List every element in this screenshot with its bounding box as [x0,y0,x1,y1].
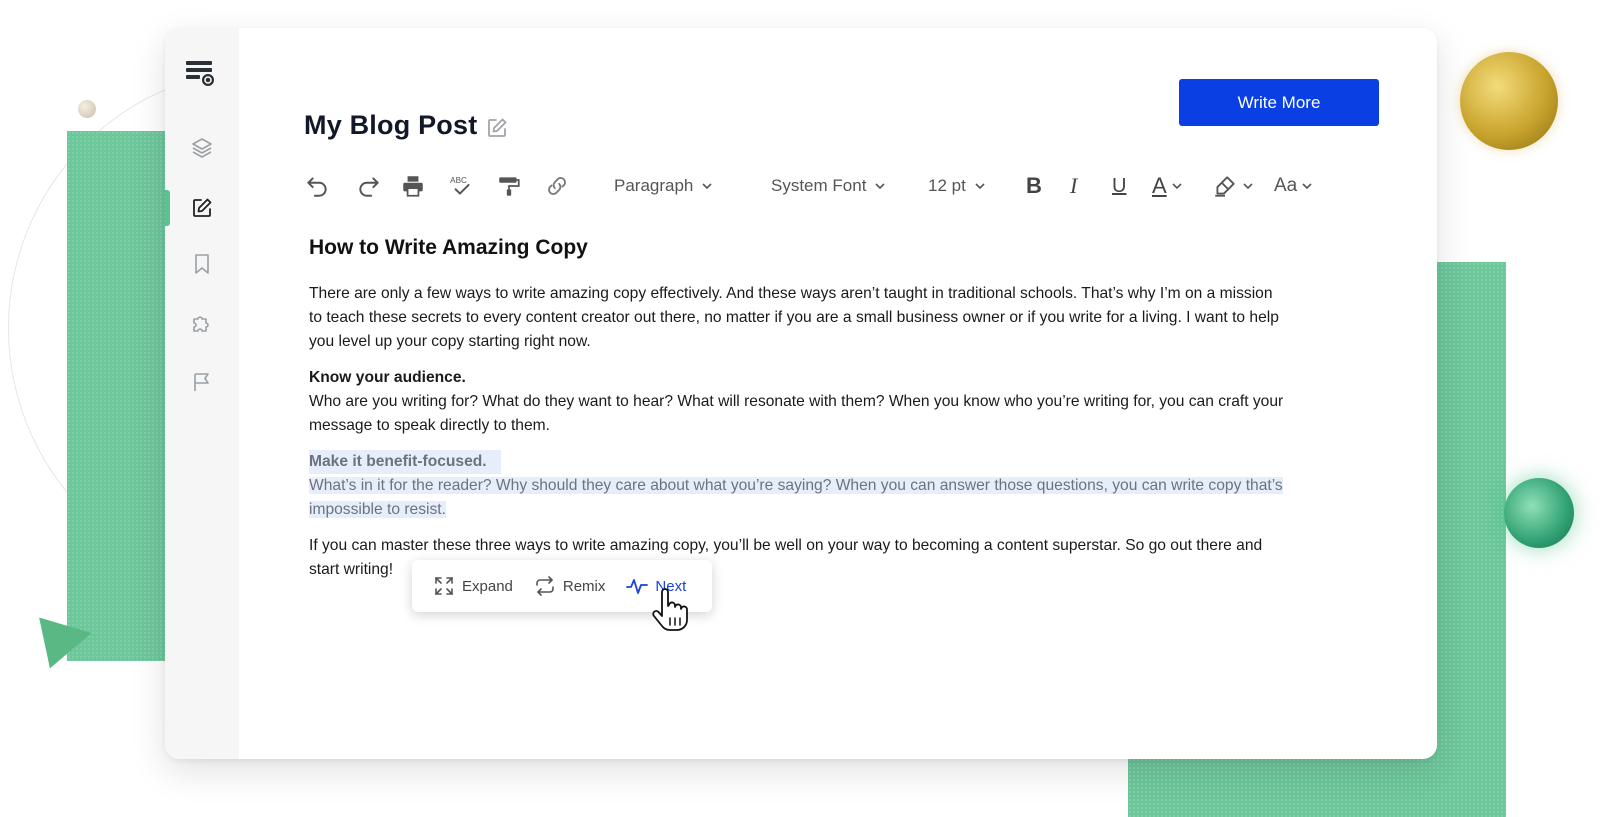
selected-section-body: What’s in it for the reader? Why should … [309,477,1283,518]
highlighter-icon [1212,173,1238,199]
next-button[interactable]: Next [625,574,686,598]
chevron-down-icon [1242,180,1254,192]
sidebar-item-layers[interactable] [165,126,239,170]
printer-icon [400,173,426,199]
pulse-icon [625,574,649,598]
chevron-down-icon [874,180,886,192]
sidebar-item-flag[interactable] [165,360,239,404]
chevron-down-icon [1171,180,1183,192]
ai-actions-popup: Expand Remix Next [412,560,712,612]
layers-icon [190,136,214,160]
italic-icon: I [1070,173,1077,199]
section-benefit-focused-selected: Make it benefit-focused. What’s in it fo… [309,450,1289,522]
bold-button[interactable]: B [1026,168,1042,204]
section-know-audience: Know your audience. Who are you writing … [309,366,1289,438]
expand-label: Expand [462,578,513,595]
write-more-button[interactable]: Write More [1179,79,1379,126]
format-painter-button[interactable] [496,168,522,204]
bookmark-icon [190,252,214,276]
text-color-icon: A [1152,173,1167,199]
document-body[interactable]: How to Write Amazing Copy There are only… [309,236,1289,594]
chevron-down-icon [1301,180,1313,192]
paint-roller-icon [496,173,522,199]
remix-label: Remix [563,578,606,595]
decorative-gold-sphere [1460,52,1558,150]
sidebar [165,28,239,759]
expand-icon [432,574,456,598]
chevron-down-icon [701,180,713,192]
sidebar-item-bookmark[interactable] [165,242,239,286]
decorative-green-orb [1504,478,1574,548]
redo-button[interactable] [356,168,382,204]
redo-icon [356,173,382,199]
link-icon [544,173,570,199]
remix-button[interactable]: Remix [533,574,606,598]
print-button[interactable] [400,168,426,204]
italic-button[interactable]: I [1070,168,1077,204]
paragraph-style-value: Paragraph [614,176,693,196]
document-heading: How to Write Amazing Copy [309,236,1289,260]
decorative-dot [78,100,96,118]
paragraph-style-select[interactable]: Paragraph [614,168,713,204]
page-title: My Blog Post [304,110,477,141]
edit-icon [190,196,214,220]
selected-section-title: Make it benefit-focused. [309,450,501,474]
undo-button[interactable] [304,168,330,204]
chevron-down-icon [974,180,986,192]
text-color-button[interactable]: A [1152,168,1183,204]
repeat-icon [533,574,557,598]
app-logo-icon[interactable] [184,58,216,90]
section-title: Know your audience. [309,369,466,386]
flag-icon [190,370,214,394]
decorative-triangle [39,608,97,669]
highlight-button[interactable] [1212,168,1254,204]
underline-button[interactable]: U [1112,168,1126,204]
editor-window: My Blog Post Write More ABC [165,28,1437,759]
sidebar-item-plugins[interactable] [165,300,239,344]
undo-icon [304,173,330,199]
puzzle-icon [190,310,214,334]
expand-button[interactable]: Expand [432,574,513,598]
intro-paragraph: There are only a few ways to write amazi… [309,282,1289,354]
font-family-select[interactable]: System Font [771,168,886,204]
next-label: Next [655,578,686,595]
font-family-value: System Font [771,176,866,196]
font-size-value: 12 pt [928,176,966,196]
sidebar-item-edit[interactable] [165,186,239,230]
text-case-button[interactable]: Aa [1274,168,1313,204]
insert-link-button[interactable] [544,168,570,204]
spellcheck-icon: ABC [448,173,474,199]
edit-title-icon[interactable] [485,116,509,140]
bold-icon: B [1026,173,1042,199]
spellcheck-label: ABC [450,176,467,185]
spellcheck-button[interactable]: ABC [448,168,474,204]
font-size-select[interactable]: 12 pt [928,168,986,204]
underline-icon: U [1112,175,1126,198]
section-body: Who are you writing for? What do they wa… [309,393,1283,434]
formatting-toolbar: ABC Paragraph System Font 12 pt [304,168,1404,204]
decorative-green-panel-left [67,131,177,661]
text-case-icon: Aa [1274,175,1297,197]
